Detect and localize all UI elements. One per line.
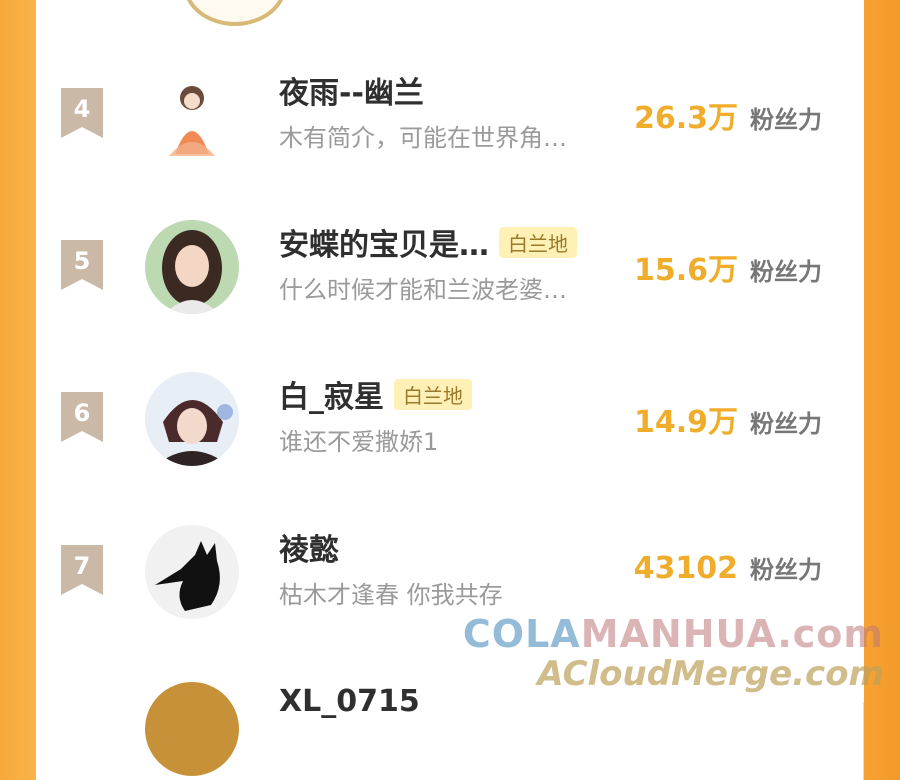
fan-tag: 白兰地 xyxy=(499,226,577,258)
user-bio: 木有简介，可能在世界角… xyxy=(279,124,567,152)
avatar[interactable] xyxy=(145,682,239,776)
user-bio: 枯木才逢春 你我共存 xyxy=(279,581,503,609)
fan-power-value: 14.9万 xyxy=(633,405,738,440)
ranking-row-6[interactable]: 6 白_寂星 白兰地 谁还不爱撒娇1 14.9万 粉丝力 xyxy=(38,352,864,472)
rank-badge: 6 xyxy=(61,392,103,442)
watermark-acloudmerge: ACloudMerge.com xyxy=(537,654,884,694)
fan-power: 43102 粉丝力 xyxy=(634,550,822,586)
avatar[interactable] xyxy=(145,372,239,466)
ranking-row-7[interactable]: 7 祾懿 枯木才逢春 你我共存 43102 粉丝力 xyxy=(38,505,864,625)
black-cat-avatar-icon xyxy=(145,525,239,619)
avatar[interactable] xyxy=(145,525,239,619)
watermark-colamanhua: COLAMANHUA.com xyxy=(462,612,884,656)
fan-power-value: 26.3万 xyxy=(633,101,738,136)
user-name[interactable]: 白_寂星 xyxy=(279,372,384,416)
girl-photo-avatar-icon xyxy=(145,220,239,314)
anime-boy-avatar-icon xyxy=(145,372,239,466)
user-bio: 什么时候才能和兰波老婆… xyxy=(279,276,567,304)
rank-badge: 5 xyxy=(61,240,103,290)
user-name[interactable]: 夜雨--幽兰 xyxy=(279,68,424,112)
ranking-row-5[interactable]: 5 安蝶的宝贝是… 白兰地 什么时候才能和兰波老婆… 15.6万 粉丝力 xyxy=(38,200,864,320)
ranking-row-4[interactable]: 4 夜雨--幽兰 木有简介，可能在世界角… 26.3万 粉丝力 xyxy=(38,48,864,168)
fan-power: 15.6万 粉丝力 xyxy=(634,245,822,289)
girl-orange-dress-avatar-icon xyxy=(169,86,215,156)
fan-power-label: 粉丝力 xyxy=(750,410,822,438)
user-name[interactable]: 安蝶的宝贝是… xyxy=(279,220,489,264)
fan-power: 14.9万 粉丝力 xyxy=(634,397,822,441)
avatar-rank-3-partial[interactable] xyxy=(183,0,287,26)
fan-power-label: 粉丝力 xyxy=(750,556,822,584)
user-name[interactable]: 祾懿 xyxy=(279,525,339,569)
avatar[interactable] xyxy=(145,220,239,314)
fan-power-label: 粉丝力 xyxy=(750,106,822,134)
rank-badge: 7 xyxy=(61,545,103,595)
fan-tag: 白兰地 xyxy=(394,378,472,410)
avatar[interactable] xyxy=(145,68,239,162)
fan-power-value: 43102 xyxy=(633,551,738,586)
fan-power-label: 粉丝力 xyxy=(750,258,822,286)
user-bio: 谁还不爱撒娇1 xyxy=(279,428,439,456)
ranking-card: 4 夜雨--幽兰 木有简介，可能在世界角… 26.3万 粉丝力 5 安蝶的宝贝是… xyxy=(38,0,864,776)
rank-badge: 4 xyxy=(61,88,103,138)
fan-power-value: 15.6万 xyxy=(633,253,738,288)
fan-power: 26.3万 粉丝力 xyxy=(634,93,822,137)
